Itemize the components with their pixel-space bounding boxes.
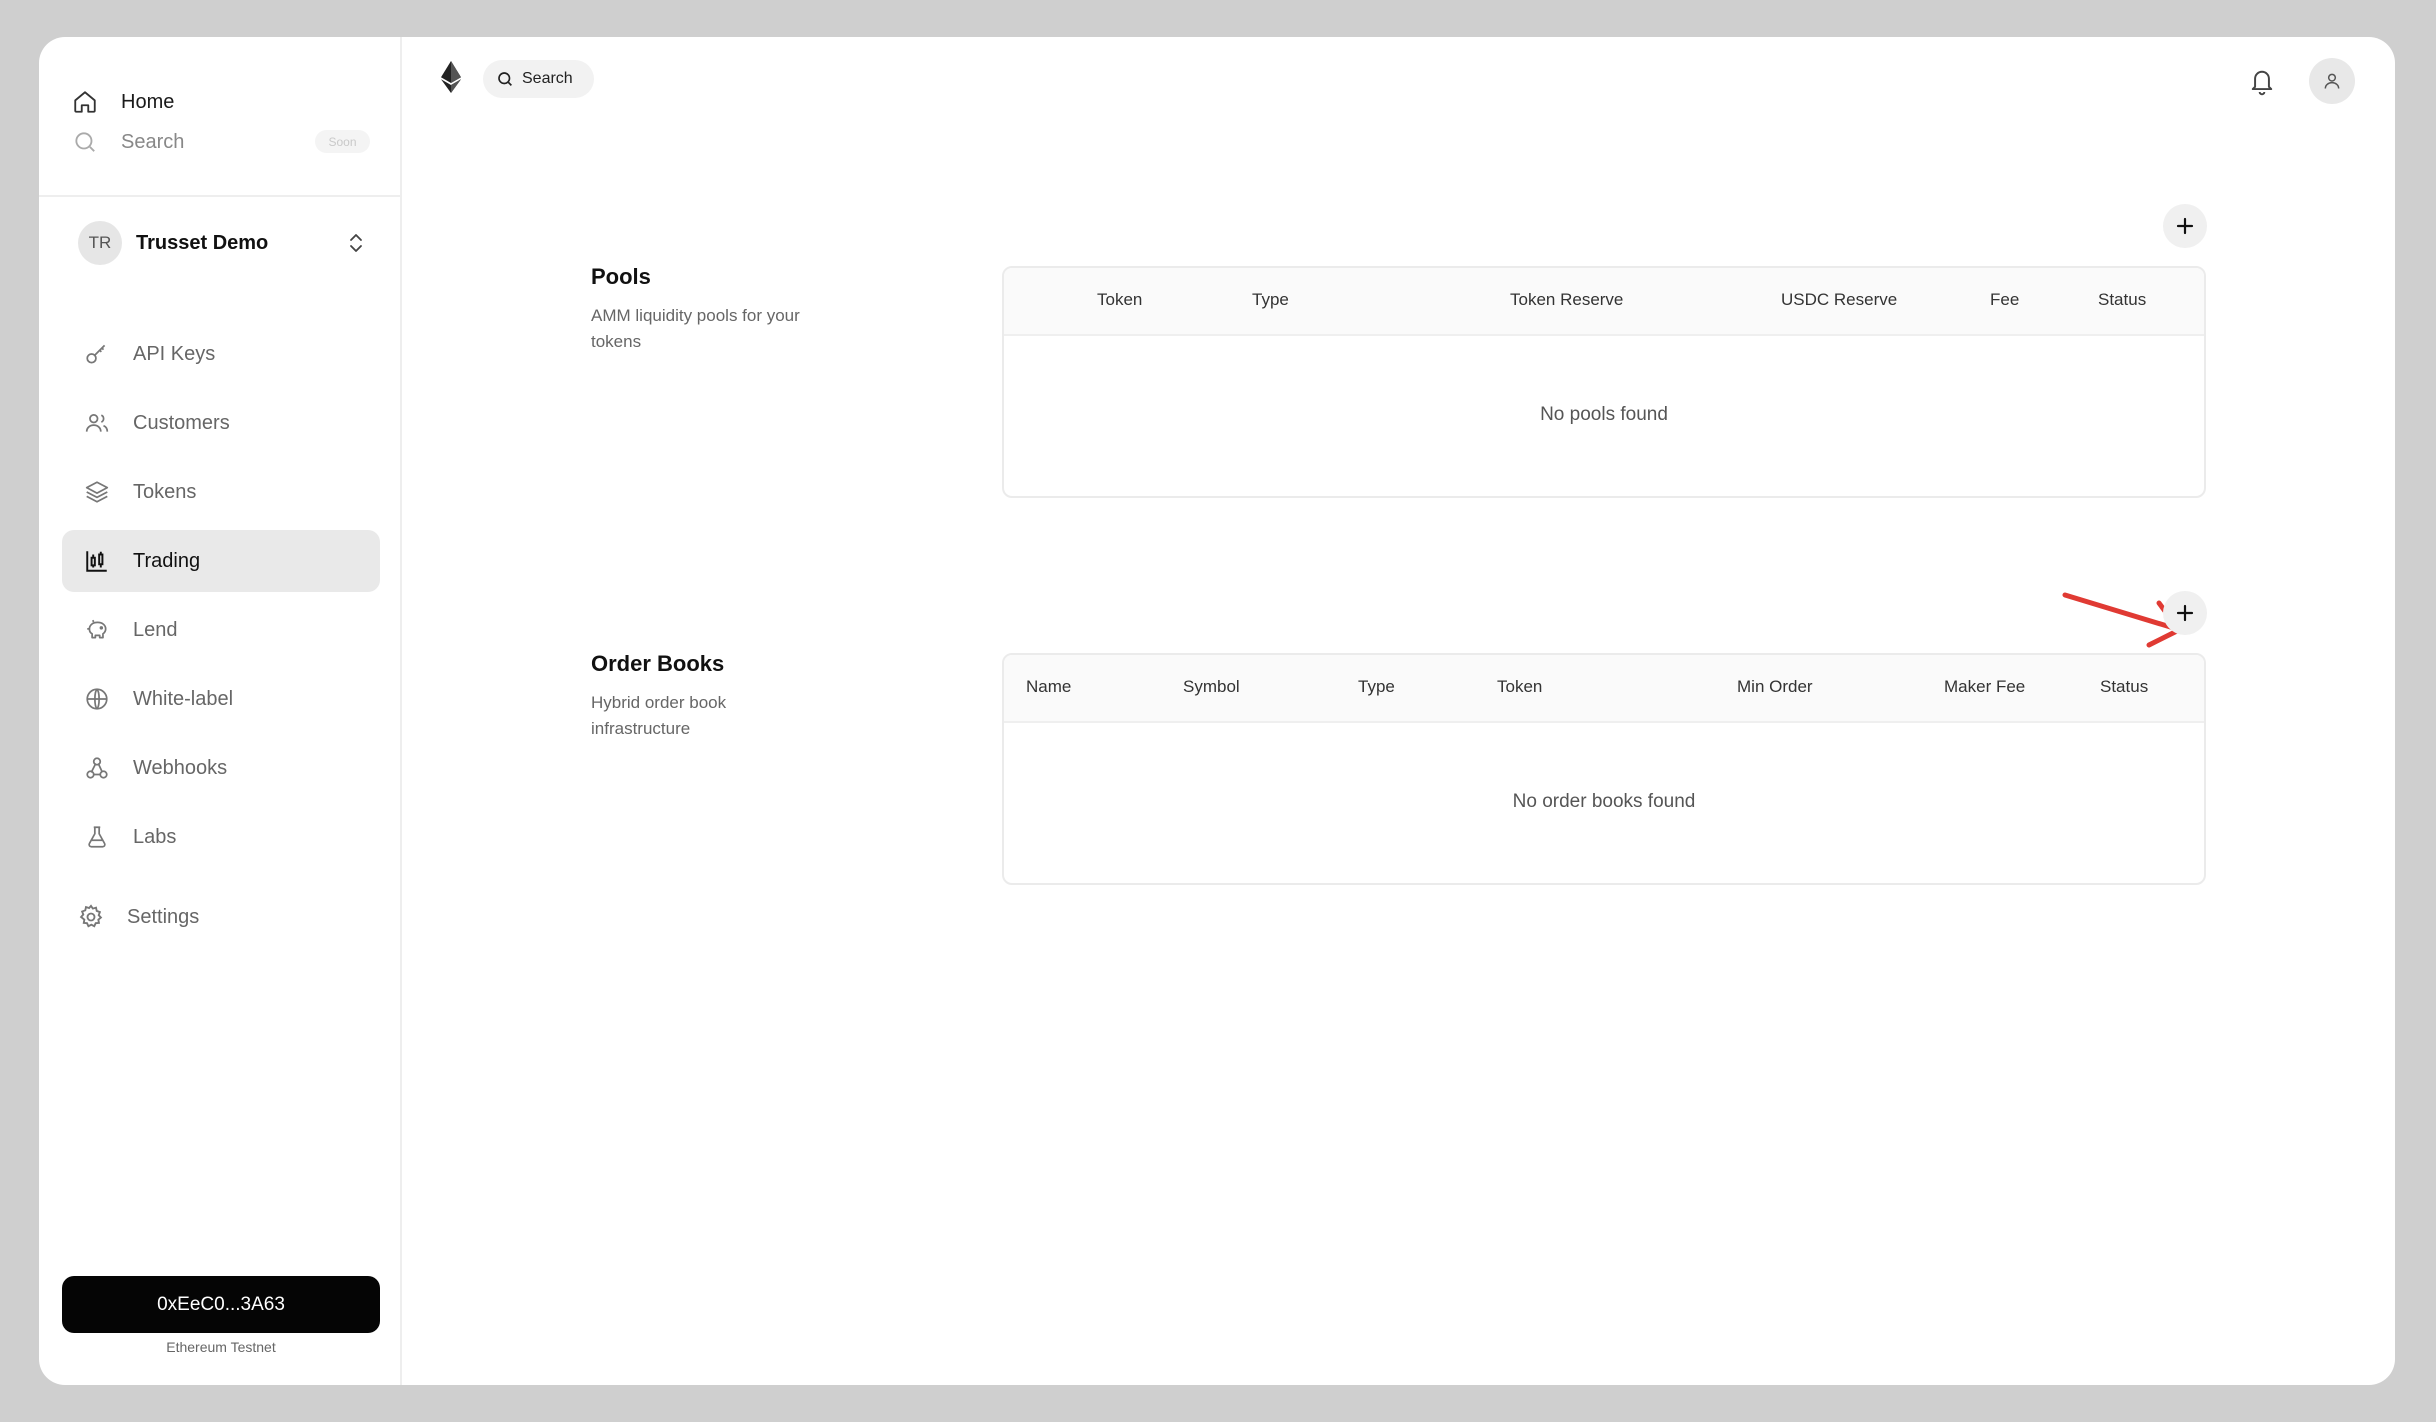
candlestick-chart-icon bbox=[82, 546, 112, 576]
sidebar-item-label: Trading bbox=[133, 549, 201, 572]
sidebar-item-labs[interactable]: Labs bbox=[62, 806, 380, 868]
pools-description: AMM liquidity pools for your tokens bbox=[591, 306, 800, 351]
gear-icon bbox=[76, 902, 106, 932]
column-header: Min Order bbox=[1737, 677, 1813, 696]
sidebar-item-white-label[interactable]: White-label bbox=[62, 668, 380, 730]
sidebar-search-label: Search bbox=[121, 130, 185, 153]
column-header: Token Reserve bbox=[1510, 290, 1624, 309]
sidebar-item-label: Settings bbox=[127, 905, 200, 928]
sidebar-divider bbox=[39, 195, 400, 197]
flask-icon bbox=[82, 822, 112, 852]
column-header: Symbol bbox=[1183, 677, 1240, 696]
sidebar-item-label: Labs bbox=[133, 825, 177, 848]
user-avatar-button[interactable] bbox=[2309, 58, 2355, 104]
order-books-empty-message: No order books found bbox=[1512, 791, 1696, 812]
sidebar-item-customers[interactable]: Customers bbox=[62, 392, 380, 454]
sidebar-item-settings[interactable]: Settings bbox=[56, 886, 374, 948]
sidebar: Home Search Soon TR Trusset Demo API Key… bbox=[39, 37, 402, 1385]
sidebar-item-label: White-label bbox=[133, 687, 234, 710]
order-books-table: Name Symbol Type Token Min Order Maker F… bbox=[1002, 653, 2206, 885]
column-header: Token bbox=[1097, 290, 1143, 309]
column-header: USDC Reserve bbox=[1781, 290, 1898, 309]
sidebar-item-label: API Keys bbox=[133, 342, 216, 365]
column-header: Type bbox=[1358, 677, 1395, 696]
sidebar-search[interactable]: Search bbox=[70, 122, 184, 162]
workspace-name: Trusset Demo bbox=[136, 231, 269, 254]
pools-title: Pools bbox=[591, 264, 651, 289]
search-icon bbox=[70, 127, 100, 157]
sidebar-home-label: Home bbox=[121, 90, 175, 113]
sidebar-home[interactable]: Home bbox=[70, 82, 174, 122]
globe-icon bbox=[82, 684, 112, 714]
order-books-table-header: Name Symbol Type Token Min Order Maker F… bbox=[1004, 655, 2204, 723]
column-header: Maker Fee bbox=[1944, 677, 2026, 696]
topbar-search-label: Search bbox=[522, 70, 573, 87]
plus-icon bbox=[2175, 216, 2195, 236]
pools-empty-message: No pools found bbox=[1540, 404, 1668, 425]
column-header: Status bbox=[2098, 290, 2147, 309]
sidebar-item-tokens[interactable]: Tokens bbox=[62, 461, 380, 523]
topbar-search-button[interactable]: Search bbox=[483, 60, 594, 98]
order-books-description: Hybrid order book infrastructure bbox=[591, 693, 727, 738]
sidebar-item-trading[interactable]: Trading bbox=[62, 530, 380, 592]
add-pool-button[interactable] bbox=[2163, 204, 2207, 248]
pools-table: Token Type Token Reserve USDC Reserve Fe… bbox=[1002, 266, 2206, 498]
column-header: Name bbox=[1026, 677, 1072, 696]
sidebar-item-label: Customers bbox=[133, 411, 230, 434]
column-header: Type bbox=[1252, 290, 1289, 309]
notifications-bell-icon[interactable] bbox=[2245, 64, 2279, 98]
column-header: Token bbox=[1497, 677, 1543, 696]
add-order-book-button[interactable] bbox=[2163, 591, 2207, 635]
order-books-title: Order Books bbox=[591, 651, 725, 676]
ethereum-logo-icon bbox=[439, 61, 463, 93]
user-icon bbox=[2322, 71, 2342, 91]
soon-badge: Soon bbox=[315, 130, 370, 153]
pools-table-header: Token Type Token Reserve USDC Reserve Fe… bbox=[1004, 268, 2204, 336]
sidebar-item-lend[interactable]: Lend bbox=[62, 599, 380, 661]
sidebar-item-api-keys[interactable]: API Keys bbox=[62, 323, 380, 385]
webhook-icon bbox=[82, 753, 112, 783]
sidebar-item-webhooks[interactable]: Webhooks bbox=[62, 737, 380, 799]
column-header: Status bbox=[2100, 677, 2149, 696]
network-label: Ethereum Testnet bbox=[166, 1339, 276, 1355]
key-icon bbox=[82, 339, 112, 369]
layers-icon bbox=[82, 477, 112, 507]
plus-icon bbox=[2175, 603, 2195, 623]
users-icon bbox=[82, 408, 112, 438]
column-header: Fee bbox=[1990, 290, 2020, 309]
search-icon bbox=[496, 70, 514, 88]
wallet-address-button[interactable]: 0xEeC0...3A63 bbox=[62, 1276, 380, 1333]
piggy-bank-icon bbox=[82, 615, 112, 645]
home-icon bbox=[70, 87, 100, 117]
sidebar-item-label: Tokens bbox=[133, 480, 197, 503]
sidebar-item-label: Lend bbox=[133, 618, 178, 641]
app-window: Home Search Soon TR Trusset Demo API Key… bbox=[39, 37, 2395, 1385]
chevron-up-down-icon bbox=[344, 231, 368, 255]
sidebar-item-label: Webhooks bbox=[133, 756, 228, 779]
workspace-avatar: TR bbox=[78, 221, 122, 265]
workspace-switcher[interactable]: TR Trusset Demo bbox=[78, 219, 368, 267]
